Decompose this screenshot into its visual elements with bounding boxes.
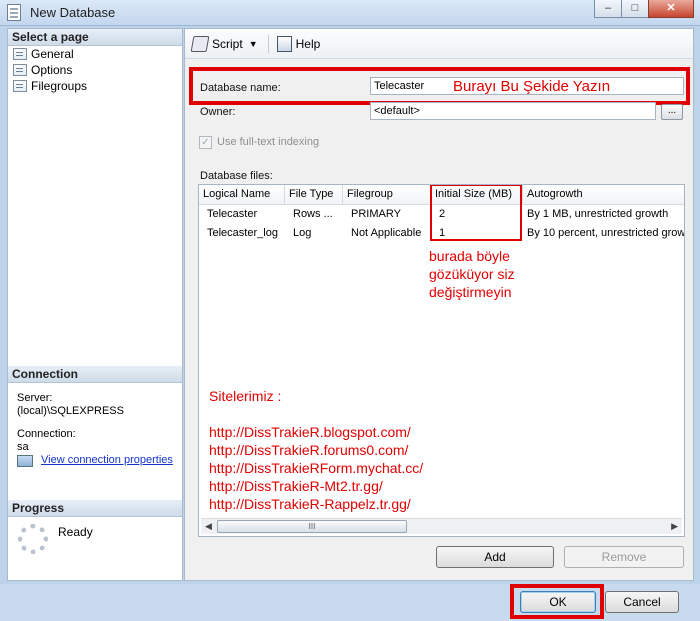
maximize-button[interactable]: □: [621, 0, 648, 18]
site-url: http://DissTrakieR.blogspot.com/: [209, 424, 411, 440]
progress-header: Progress: [8, 500, 182, 517]
help-label: Help: [295, 36, 321, 51]
database-name-label: Database name:: [200, 82, 281, 94]
database-files-grid: Logical Name File Type Filegroup Initial…: [198, 184, 685, 537]
connection-value: sa: [17, 441, 29, 453]
script-icon: [190, 35, 210, 52]
server-value: (local)\SQLEXPRESS: [17, 405, 124, 417]
scrollbar-thumb[interactable]: III: [217, 520, 407, 533]
name-hint-annotation: Burayı Bu Şekide Yazın: [453, 78, 611, 95]
help-icon: [276, 35, 292, 52]
server-label: Server:: [17, 392, 53, 404]
progress-section: Progress Ready: [8, 500, 182, 554]
right-pane: Script ▼ Help Database name: Telecaster …: [184, 28, 694, 581]
owner-label: Owner:: [200, 106, 236, 118]
chevron-down-icon[interactable]: ▼: [249, 39, 258, 49]
cell-autogrowth[interactable]: By 10 percent, unrestricted growth: [523, 224, 684, 243]
cell-file-type[interactable]: Log: [285, 224, 343, 243]
select-page-header: Select a page: [8, 29, 182, 46]
owner-input[interactable]: <default>: [370, 102, 656, 120]
left-pane: Select a page General Options Filegroups…: [7, 28, 183, 581]
database-icon: [7, 4, 21, 21]
page-icon: [13, 64, 27, 76]
script-label: Script: [212, 36, 243, 51]
size-hint-line: değiştirmeyin: [429, 284, 512, 300]
minimize-button[interactable]: –: [594, 0, 621, 18]
window-title: New Database: [30, 5, 116, 20]
sidebar-item-label: General: [31, 47, 74, 61]
sites-annotation: Sitelerimiz : http://DissTrakieR.blogspo…: [209, 387, 423, 513]
link-label: View connection properties: [41, 454, 173, 466]
site-url: http://DissTrakieRForm.mychat.cc/: [209, 460, 424, 476]
window-controls: – □ ✕: [594, 0, 694, 18]
cell-logical-name[interactable]: Telecaster: [199, 205, 285, 224]
connection-label: Connection:: [17, 428, 76, 440]
close-button[interactable]: ✕: [648, 0, 694, 18]
connection-section: Connection Server: (local)\SQLEXPRESS Co…: [8, 366, 182, 467]
scroll-right-icon[interactable]: ▶: [671, 521, 678, 532]
add-button[interactable]: Add: [436, 546, 554, 568]
view-connection-properties-link[interactable]: View connection properties: [17, 454, 182, 467]
site-url: http://DissTrakieR-Rappelz.tr.gg/: [209, 496, 411, 512]
title-bar: New Database – □ ✕: [0, 0, 700, 26]
size-hint-annotation: burada böyle gözüküyor siz değiştirmeyin: [429, 247, 515, 301]
column-header-filegroup[interactable]: Filegroup: [343, 185, 431, 205]
cell-autogrowth[interactable]: By 1 MB, unrestricted growth: [523, 205, 684, 224]
page-icon: [13, 48, 27, 60]
sidebar-item-filegroups[interactable]: Filegroups: [8, 78, 182, 94]
remove-button[interactable]: Remove: [564, 546, 684, 568]
sidebar-item-label: Filegroups: [31, 79, 88, 93]
toolbar: Script ▼ Help: [185, 29, 693, 59]
column-header-file-type[interactable]: File Type: [285, 185, 343, 205]
progress-status: Ready: [58, 525, 93, 539]
page-icon: [13, 80, 27, 92]
column-header-autogrowth[interactable]: Autogrowth: [523, 185, 684, 205]
sidebar-item-general[interactable]: General: [8, 46, 182, 62]
cancel-button[interactable]: Cancel: [605, 591, 679, 613]
site-url: http://DissTrakieR.forums0.com/: [209, 442, 409, 458]
script-button[interactable]: Script ▼: [190, 35, 258, 52]
cell-file-type[interactable]: Rows ...: [285, 205, 343, 224]
cell-filegroup[interactable]: PRIMARY: [343, 205, 431, 224]
cell-filegroup[interactable]: Not Applicable: [343, 224, 431, 243]
column-header-logical-name[interactable]: Logical Name: [199, 185, 285, 205]
highlight-initial-size: [430, 185, 522, 241]
size-hint-line: gözüküyor siz: [429, 266, 515, 282]
properties-icon: [17, 454, 33, 467]
fulltext-label: Use full-text indexing: [217, 136, 320, 148]
database-files-label: Database files:: [200, 170, 273, 182]
progress-spinner-icon: [18, 524, 48, 554]
help-button[interactable]: Help: [276, 35, 321, 52]
browse-owner-button[interactable]: ...: [661, 104, 683, 120]
ok-button[interactable]: OK: [520, 591, 596, 613]
cell-logical-name[interactable]: Telecaster_log: [199, 224, 285, 243]
sites-title: Sitelerimiz :: [209, 388, 282, 404]
scroll-left-icon[interactable]: ◀: [205, 521, 212, 532]
fulltext-checkbox[interactable]: ✓: [199, 136, 212, 149]
site-url: http://DissTrakieR-Mt2.tr.gg/: [209, 478, 383, 494]
connection-header: Connection: [8, 366, 182, 383]
size-hint-line: burada böyle: [429, 248, 510, 264]
toolbar-divider: [267, 34, 269, 53]
horizontal-scrollbar[interactable]: ◀ III ▶: [201, 518, 682, 534]
sidebar-item-label: Options: [31, 63, 73, 77]
sidebar-item-options[interactable]: Options: [8, 62, 182, 78]
